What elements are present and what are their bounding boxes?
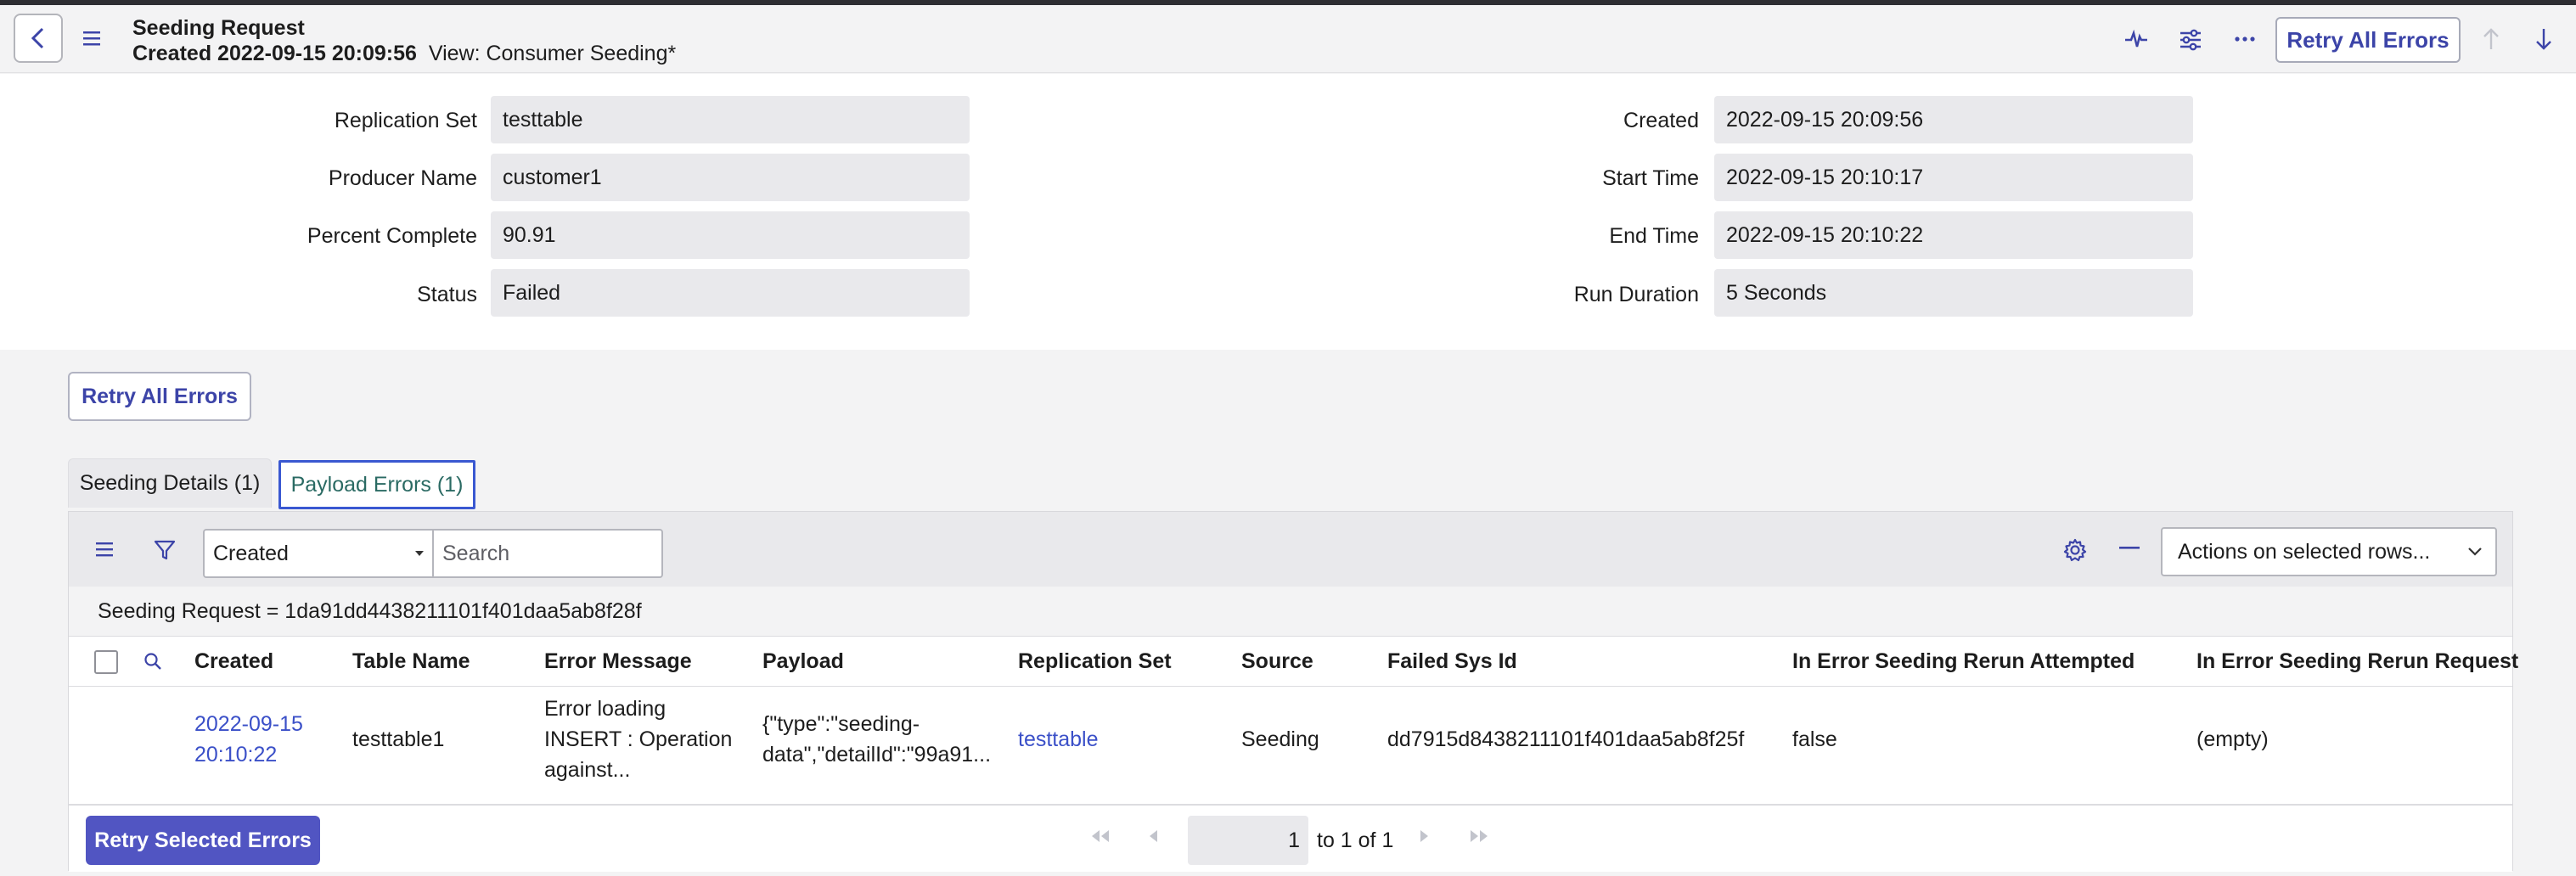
list-menu-icon[interactable] <box>93 539 116 559</box>
filter-breadcrumb[interactable]: Seeding Request = 1da91dd4438211101f401d… <box>69 587 2512 636</box>
back-button[interactable] <box>14 14 63 63</box>
row-rerun-request: (empty) <box>2196 727 2269 751</box>
next-page-icon[interactable] <box>1419 828 1431 845</box>
activity-pulse-icon[interactable] <box>2121 24 2151 54</box>
row-created-link[interactable]: 2022-09-15 20:10:22 <box>194 709 303 770</box>
hamburger-menu-icon[interactable] <box>82 29 104 49</box>
table-header: Created Table Name Error Message Payload… <box>69 636 2518 687</box>
row-error-line-2: INSERT : Operation <box>544 727 733 751</box>
row-payload: {"type":"seeding- data","detailId":"99a9… <box>762 709 991 770</box>
row-error-line-1: Error loading <box>544 697 666 721</box>
list-search-input[interactable] <box>432 529 663 578</box>
last-page-icon[interactable] <box>1468 828 1490 845</box>
row-error-line-3: against... <box>544 758 631 782</box>
row-table-name: testtable1 <box>352 727 445 751</box>
row-created-time: 20:10:22 <box>194 743 278 766</box>
status-field[interactable]: Failed <box>491 269 970 317</box>
column-payload[interactable]: Payload <box>762 637 844 686</box>
column-error-message[interactable]: Error Message <box>544 637 692 686</box>
form-header: Seeding Request Created 2022-09-15 20:09… <box>0 5 2576 73</box>
row-failed-sys-id: dd7915d8438211101f401daa5ab8f25f <box>1387 727 1745 751</box>
column-rerun-attempted[interactable]: In Error Seeding Rerun Attempted <box>1792 637 2134 686</box>
actions-on-selected-rows-select[interactable]: Actions on selected rows... <box>2161 527 2497 576</box>
row-replication-set-link[interactable]: testtable <box>1018 724 1099 755</box>
chevron-left-icon <box>31 27 44 49</box>
column-table-name[interactable]: Table Name <box>352 637 470 686</box>
row-created-date: 2022-09-15 <box>194 712 303 736</box>
row-error-message: Error loading INSERT : Operation against… <box>544 694 732 785</box>
arrow-up-icon[interactable] <box>2476 24 2506 54</box>
row-rerun-attempted: false <box>1792 727 1837 751</box>
collapse-minus-icon[interactable] <box>2118 546 2140 551</box>
row-payload-line-2: data","detailId":"99a91... <box>762 743 992 766</box>
run-duration-label: Run Duration <box>1573 283 1699 306</box>
percent-complete-field[interactable]: 90.91 <box>491 211 970 259</box>
column-rerun-request[interactable]: In Error Seeding Rerun Request <box>2196 637 2518 686</box>
retry-all-errors-header-button[interactable]: Retry All Errors <box>2275 17 2461 63</box>
filter-icon[interactable] <box>152 537 177 563</box>
retry-selected-errors-button[interactable]: Retry Selected Errors <box>86 816 320 865</box>
previous-page-icon[interactable] <box>1147 828 1159 845</box>
arrow-down-icon[interactable] <box>2528 24 2559 54</box>
chevron-down-icon <box>2468 548 2482 556</box>
search-field-selected: Created <box>213 542 289 565</box>
end-time-label: End Time <box>1609 224 1699 248</box>
search-field-select[interactable]: Created <box>203 529 434 578</box>
record-type-title: Seeding Request <box>132 16 305 40</box>
list-toolbar: Created Actions on selected rows... <box>69 512 2512 587</box>
tab-payload-errors[interactable]: Payload Errors (1) <box>278 460 475 509</box>
table-row: 2022-09-15 20:10:22 testtable1 Error loa… <box>69 687 2512 804</box>
retry-all-errors-button[interactable]: Retry All Errors <box>68 372 251 421</box>
replication-set-field[interactable]: testtable <box>491 96 970 143</box>
payload-errors-list: Created Actions on selected rows... Seed… <box>68 511 2518 872</box>
list-footer: Retry Selected Errors to 1 of 1 <box>69 804 2512 872</box>
settings-sliders-icon[interactable] <box>2175 24 2206 54</box>
row-payload-line-1: {"type":"seeding- <box>762 712 920 736</box>
view-label: View: Consumer Seeding* <box>428 42 677 65</box>
start-time-field[interactable]: 2022-09-15 20:10:17 <box>1714 154 2193 201</box>
column-search-icon[interactable] <box>142 650 164 672</box>
page-range-text: to 1 of 1 <box>1317 828 1394 852</box>
percent-complete-label: Percent Complete <box>307 224 477 248</box>
created-field[interactable]: 2022-09-15 20:09:56 <box>1714 96 2193 143</box>
page-number-input[interactable] <box>1188 816 1308 865</box>
run-duration-field[interactable]: 5 Seconds <box>1714 269 2193 317</box>
tab-seeding-details[interactable]: Seeding Details (1) <box>68 458 272 508</box>
gear-icon[interactable] <box>2061 536 2089 564</box>
record-subtitle: Created 2022-09-15 20:09:56 View: Consum… <box>132 41 676 66</box>
column-failed-sys-id[interactable]: Failed Sys Id <box>1387 637 1517 686</box>
record-created-text: Created 2022-09-15 20:09:56 <box>132 42 417 65</box>
column-source[interactable]: Source <box>1241 637 1313 686</box>
select-all-checkbox[interactable] <box>94 650 118 674</box>
producer-name-field[interactable]: customer1 <box>491 154 970 201</box>
column-created[interactable]: Created <box>194 637 273 686</box>
actions-selected-value: Actions on selected rows... <box>2178 540 2431 564</box>
producer-name-label: Producer Name <box>328 166 477 190</box>
column-replication-set[interactable]: Replication Set <box>1018 637 1172 686</box>
first-page-icon[interactable] <box>1089 828 1111 845</box>
more-options-icon[interactable] <box>2230 24 2260 54</box>
row-source: Seeding <box>1241 727 1319 751</box>
caret-down-icon <box>415 551 424 556</box>
record-form: Replication Set testtable Producer Name … <box>0 74 2576 350</box>
status-label: Status <box>417 283 477 306</box>
replication-set-label: Replication Set <box>334 109 477 132</box>
end-time-field[interactable]: 2022-09-15 20:10:22 <box>1714 211 2193 259</box>
created-label: Created <box>1623 109 1699 132</box>
start-time-label: Start Time <box>1602 166 1699 190</box>
